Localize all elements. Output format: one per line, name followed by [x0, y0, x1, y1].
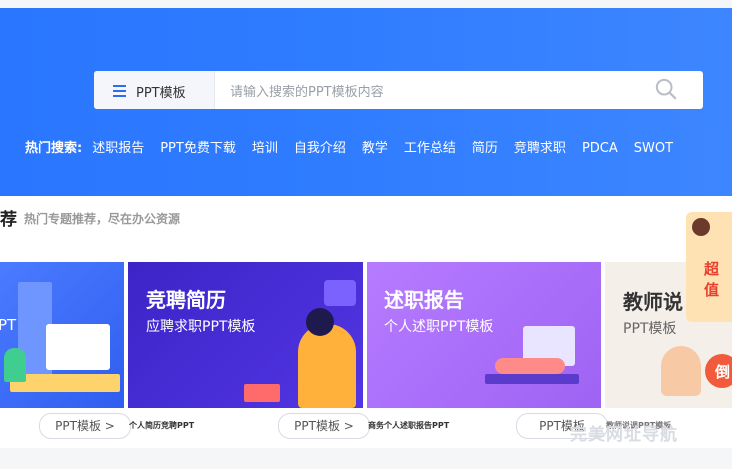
hero-banner: PPT模板 请输入搜索的PPT模板内容 [0, 8, 732, 196]
person-walking-illustration [692, 218, 710, 236]
desk-illustration [10, 374, 120, 392]
card-subtitle: 应聘求职PPT模板 [146, 319, 256, 335]
search-bar: PPT模板 请输入搜索的PPT模板内容 [94, 71, 703, 109]
card-caption[interactable]: 商务个人述职报告PPT [368, 420, 449, 431]
promo-badge[interactable]: 倒 [705, 354, 732, 388]
people-illustration [495, 358, 565, 374]
hot-search-label: 热门搜索: [25, 141, 83, 156]
hot-keyword[interactable]: PDCA [582, 141, 618, 156]
card-title: 述职报告 [384, 288, 464, 312]
chat-bubble-illustration [324, 280, 356, 306]
promo-text: 超值 [704, 260, 720, 299]
hot-keyword[interactable]: 竞聘求职 [514, 137, 566, 156]
hot-search-bar: 热门搜索: 述职报告 PPT免费下载 培训 自我介绍 教学 工作总结 简历 竞聘求职 PDCA SW… [25, 137, 689, 156]
books-illustration [244, 384, 280, 402]
hot-keyword[interactable]: PPT免费下载 [160, 137, 236, 156]
category-label: PPT模板 [136, 86, 186, 101]
section-subtitle: 热门专题推荐，尽在办公资源 [24, 212, 181, 226]
card-subtitle: PPT模板 [623, 321, 677, 337]
hot-keyword[interactable]: 述职报告 [92, 137, 144, 156]
hot-keyword[interactable]: 教学 [362, 137, 388, 156]
meeting-table-illustration [485, 374, 579, 384]
topic-card[interactable]: 竞聘简历 应聘求职PPT模板 [128, 262, 363, 408]
ppt-template-link[interactable]: PPT模板 > [278, 413, 370, 439]
card-subtitle: 个人述职PPT模板 [384, 319, 494, 335]
hot-keyword[interactable]: 培训 [252, 137, 278, 156]
card-title: 教师说 [623, 290, 683, 314]
hot-keyword[interactable]: 简历 [472, 137, 498, 156]
child-illustration [661, 346, 701, 396]
menu-icon [113, 85, 126, 97]
hot-keyword[interactable]: 自我介绍 [294, 137, 346, 156]
topic-card[interactable]: PT [0, 262, 124, 408]
category-dropdown[interactable]: PPT模板 [94, 71, 215, 109]
section-title: 荐 [0, 210, 17, 230]
promo-badge-label: 倒 [715, 363, 731, 381]
hot-keyword[interactable]: 工作总结 [404, 137, 456, 156]
watermark: 完美网址导航 [570, 425, 678, 445]
plant-illustration [4, 348, 26, 382]
card-caption[interactable]: 个人简历竞聘PPT [129, 420, 194, 431]
board-illustration [46, 324, 110, 370]
person-illustration [298, 324, 356, 408]
search-icon[interactable] [655, 78, 677, 100]
promo-float[interactable]: 超值 [686, 212, 732, 322]
card-subtitle: PT [0, 316, 17, 334]
topic-card[interactable]: 述职报告 个人述职PPT模板 [367, 262, 601, 408]
hot-keyword[interactable]: SWOT [634, 141, 673, 156]
search-input[interactable]: 请输入搜索的PPT模板内容 [230, 81, 384, 100]
ppt-template-link[interactable]: PPT模板 > [39, 413, 131, 439]
person-head-illustration [306, 308, 334, 336]
card-title: 竞聘简历 [146, 288, 226, 312]
